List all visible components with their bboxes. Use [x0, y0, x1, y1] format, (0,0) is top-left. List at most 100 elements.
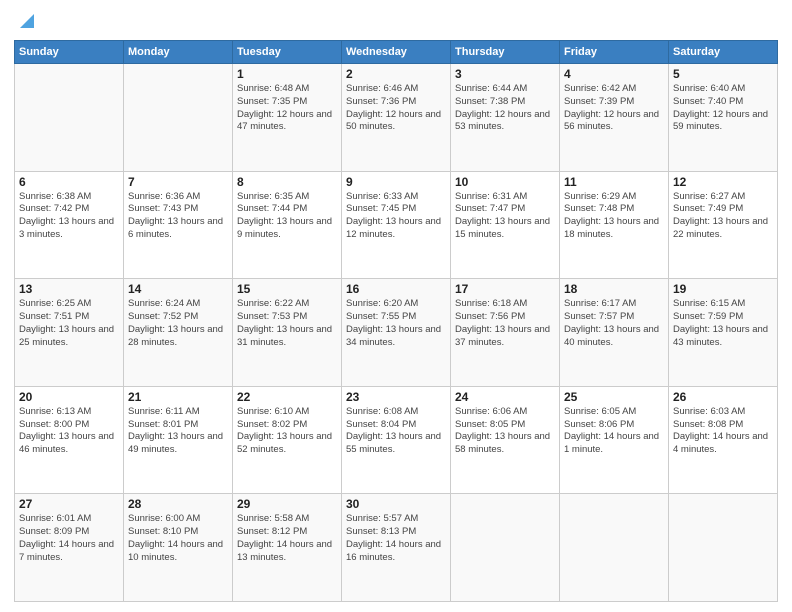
day-cell: 7 Sunrise: 6:36 AM Sunset: 7:43 PM Daylig… [124, 171, 233, 279]
day-detail: Sunrise: 6:46 AM Sunset: 7:36 PM Dayligh… [346, 83, 446, 134]
day-detail: Sunrise: 6:36 AM Sunset: 7:43 PM Dayligh… [128, 191, 228, 242]
day-detail: Sunrise: 6:11 AM Sunset: 8:01 PM Dayligh… [128, 406, 228, 457]
day-cell: 6Sunrise: 6:38 AM Sunset: 7:42 PM Daylig… [15, 171, 124, 279]
day-detail: Sunrise: 6:00 AM Sunset: 8:10 PM Dayligh… [128, 513, 228, 564]
day-number: 29 [237, 497, 337, 511]
calendar-table: SundayMondayTuesdayWednesdayThursdayFrid… [14, 40, 778, 602]
day-cell: 14Sunrise: 6:24 AM Sunset: 7:52 PM Dayli… [124, 279, 233, 387]
day-cell: 3 Sunrise: 6:44 AM Sunset: 7:38 PM Daylig… [451, 64, 560, 172]
day-number: 3 [455, 67, 555, 81]
day-detail: Sunrise: 6:03 AM Sunset: 8:08 PM Dayligh… [673, 406, 773, 457]
day-number: 15 [237, 282, 337, 296]
week-row-1: 1 Sunrise: 6:48 AM Sunset: 7:35 PM Daylig… [15, 64, 778, 172]
day-detail: Sunrise: 6:05 AM Sunset: 8:06 PM Dayligh… [564, 406, 664, 457]
day-number: 4 [564, 67, 664, 81]
day-number: 13 [19, 282, 119, 296]
day-cell: 25 Sunrise: 6:05 AM Sunset: 8:06 PM Dayli… [560, 386, 669, 494]
day-number: 12 [673, 175, 773, 189]
col-header-wednesday: Wednesday [342, 41, 451, 64]
day-number: 6 [19, 175, 119, 189]
day-cell: 26 Sunrise: 6:03 AM Sunset: 8:08 PM Dayli… [669, 386, 778, 494]
day-number: 26 [673, 390, 773, 404]
week-row-4: 20 Sunrise: 6:13 AM Sunset: 8:00 PM Dayli… [15, 386, 778, 494]
col-header-thursday: Thursday [451, 41, 560, 64]
day-detail: Sunrise: 6:42 AM Sunset: 7:39 PM Dayligh… [564, 83, 664, 134]
day-number: 27 [19, 497, 119, 511]
day-number: 17 [455, 282, 555, 296]
week-row-2: 6Sunrise: 6:38 AM Sunset: 7:42 PM Daylig… [15, 171, 778, 279]
day-detail: Sunrise: 6:48 AM Sunset: 7:35 PM Dayligh… [237, 83, 337, 134]
header-row: SundayMondayTuesdayWednesdayThursdayFrid… [15, 41, 778, 64]
day-cell: 9 Sunrise: 6:33 AM Sunset: 7:45 PM Daylig… [342, 171, 451, 279]
day-cell: 15 Sunrise: 6:22 AM Sunset: 7:53 PM Dayli… [233, 279, 342, 387]
day-cell: 16 Sunrise: 6:20 AM Sunset: 7:55 PM Dayli… [342, 279, 451, 387]
day-number: 11 [564, 175, 664, 189]
day-detail: Sunrise: 6:17 AM Sunset: 7:57 PM Dayligh… [564, 298, 664, 349]
day-number: 14 [128, 282, 228, 296]
day-detail: Sunrise: 6:29 AM Sunset: 7:48 PM Dayligh… [564, 191, 664, 242]
day-cell [451, 494, 560, 602]
day-cell [560, 494, 669, 602]
day-number: 19 [673, 282, 773, 296]
calendar-body: 1 Sunrise: 6:48 AM Sunset: 7:35 PM Daylig… [15, 64, 778, 602]
day-cell: 19Sunrise: 6:15 AM Sunset: 7:59 PM Dayli… [669, 279, 778, 387]
day-detail: Sunrise: 6:27 AM Sunset: 7:49 PM Dayligh… [673, 191, 773, 242]
day-number: 1 [237, 67, 337, 81]
day-detail: Sunrise: 5:57 AM Sunset: 8:13 PM Dayligh… [346, 513, 446, 564]
day-number: 5 [673, 67, 773, 81]
day-detail: Sunrise: 6:33 AM Sunset: 7:45 PM Dayligh… [346, 191, 446, 242]
day-detail: Sunrise: 6:44 AM Sunset: 7:38 PM Dayligh… [455, 83, 555, 134]
day-cell [15, 64, 124, 172]
day-number: 22 [237, 390, 337, 404]
day-cell: 23 Sunrise: 6:08 AM Sunset: 8:04 PM Dayli… [342, 386, 451, 494]
day-number: 30 [346, 497, 446, 511]
day-number: 8 [237, 175, 337, 189]
day-cell: 5Sunrise: 6:40 AM Sunset: 7:40 PM Daylig… [669, 64, 778, 172]
day-number: 21 [128, 390, 228, 404]
calendar-header: SundayMondayTuesdayWednesdayThursdayFrid… [15, 41, 778, 64]
day-cell: 1 Sunrise: 6:48 AM Sunset: 7:35 PM Daylig… [233, 64, 342, 172]
day-cell: 29Sunrise: 5:58 AM Sunset: 8:12 PM Dayli… [233, 494, 342, 602]
day-detail: Sunrise: 6:18 AM Sunset: 7:56 PM Dayligh… [455, 298, 555, 349]
day-detail: Sunrise: 6:25 AM Sunset: 7:51 PM Dayligh… [19, 298, 119, 349]
day-number: 2 [346, 67, 446, 81]
col-header-saturday: Saturday [669, 41, 778, 64]
day-number: 18 [564, 282, 664, 296]
day-cell: 10Sunrise: 6:31 AM Sunset: 7:47 PM Dayli… [451, 171, 560, 279]
day-cell: 18 Sunrise: 6:17 AM Sunset: 7:57 PM Dayli… [560, 279, 669, 387]
day-detail: Sunrise: 6:22 AM Sunset: 7:53 PM Dayligh… [237, 298, 337, 349]
col-header-friday: Friday [560, 41, 669, 64]
day-cell: 24 Sunrise: 6:06 AM Sunset: 8:05 PM Dayli… [451, 386, 560, 494]
day-number: 9 [346, 175, 446, 189]
day-cell: 22 Sunrise: 6:10 AM Sunset: 8:02 PM Dayli… [233, 386, 342, 494]
col-header-sunday: Sunday [15, 41, 124, 64]
day-cell: 13 Sunrise: 6:25 AM Sunset: 7:51 PM Dayli… [15, 279, 124, 387]
day-number: 28 [128, 497, 228, 511]
day-number: 25 [564, 390, 664, 404]
day-number: 7 [128, 175, 228, 189]
day-number: 20 [19, 390, 119, 404]
day-number: 24 [455, 390, 555, 404]
day-number: 16 [346, 282, 446, 296]
day-detail: Sunrise: 6:10 AM Sunset: 8:02 PM Dayligh… [237, 406, 337, 457]
day-cell [124, 64, 233, 172]
day-number: 23 [346, 390, 446, 404]
day-cell: 2 Sunrise: 6:46 AM Sunset: 7:36 PM Daylig… [342, 64, 451, 172]
day-cell: 11 Sunrise: 6:29 AM Sunset: 7:48 PM Dayli… [560, 171, 669, 279]
week-row-5: 27 Sunrise: 6:01 AM Sunset: 8:09 PM Dayli… [15, 494, 778, 602]
day-detail: Sunrise: 6:35 AM Sunset: 7:44 PM Dayligh… [237, 191, 337, 242]
day-detail: Sunrise: 6:01 AM Sunset: 8:09 PM Dayligh… [19, 513, 119, 564]
day-detail: Sunrise: 6:20 AM Sunset: 7:55 PM Dayligh… [346, 298, 446, 349]
day-cell: 4 Sunrise: 6:42 AM Sunset: 7:39 PM Daylig… [560, 64, 669, 172]
day-detail: Sunrise: 6:13 AM Sunset: 8:00 PM Dayligh… [19, 406, 119, 457]
day-number: 10 [455, 175, 555, 189]
day-detail: Sunrise: 6:08 AM Sunset: 8:04 PM Dayligh… [346, 406, 446, 457]
day-cell: 30 Sunrise: 5:57 AM Sunset: 8:13 PM Dayli… [342, 494, 451, 602]
header [14, 10, 778, 32]
day-cell [669, 494, 778, 602]
day-detail: Sunrise: 6:06 AM Sunset: 8:05 PM Dayligh… [455, 406, 555, 457]
day-cell: 12 Sunrise: 6:27 AM Sunset: 7:49 PM Dayli… [669, 171, 778, 279]
day-cell: 21 Sunrise: 6:11 AM Sunset: 8:01 PM Dayli… [124, 386, 233, 494]
logo-icon [16, 10, 38, 32]
day-cell: 20 Sunrise: 6:13 AM Sunset: 8:00 PM Dayli… [15, 386, 124, 494]
